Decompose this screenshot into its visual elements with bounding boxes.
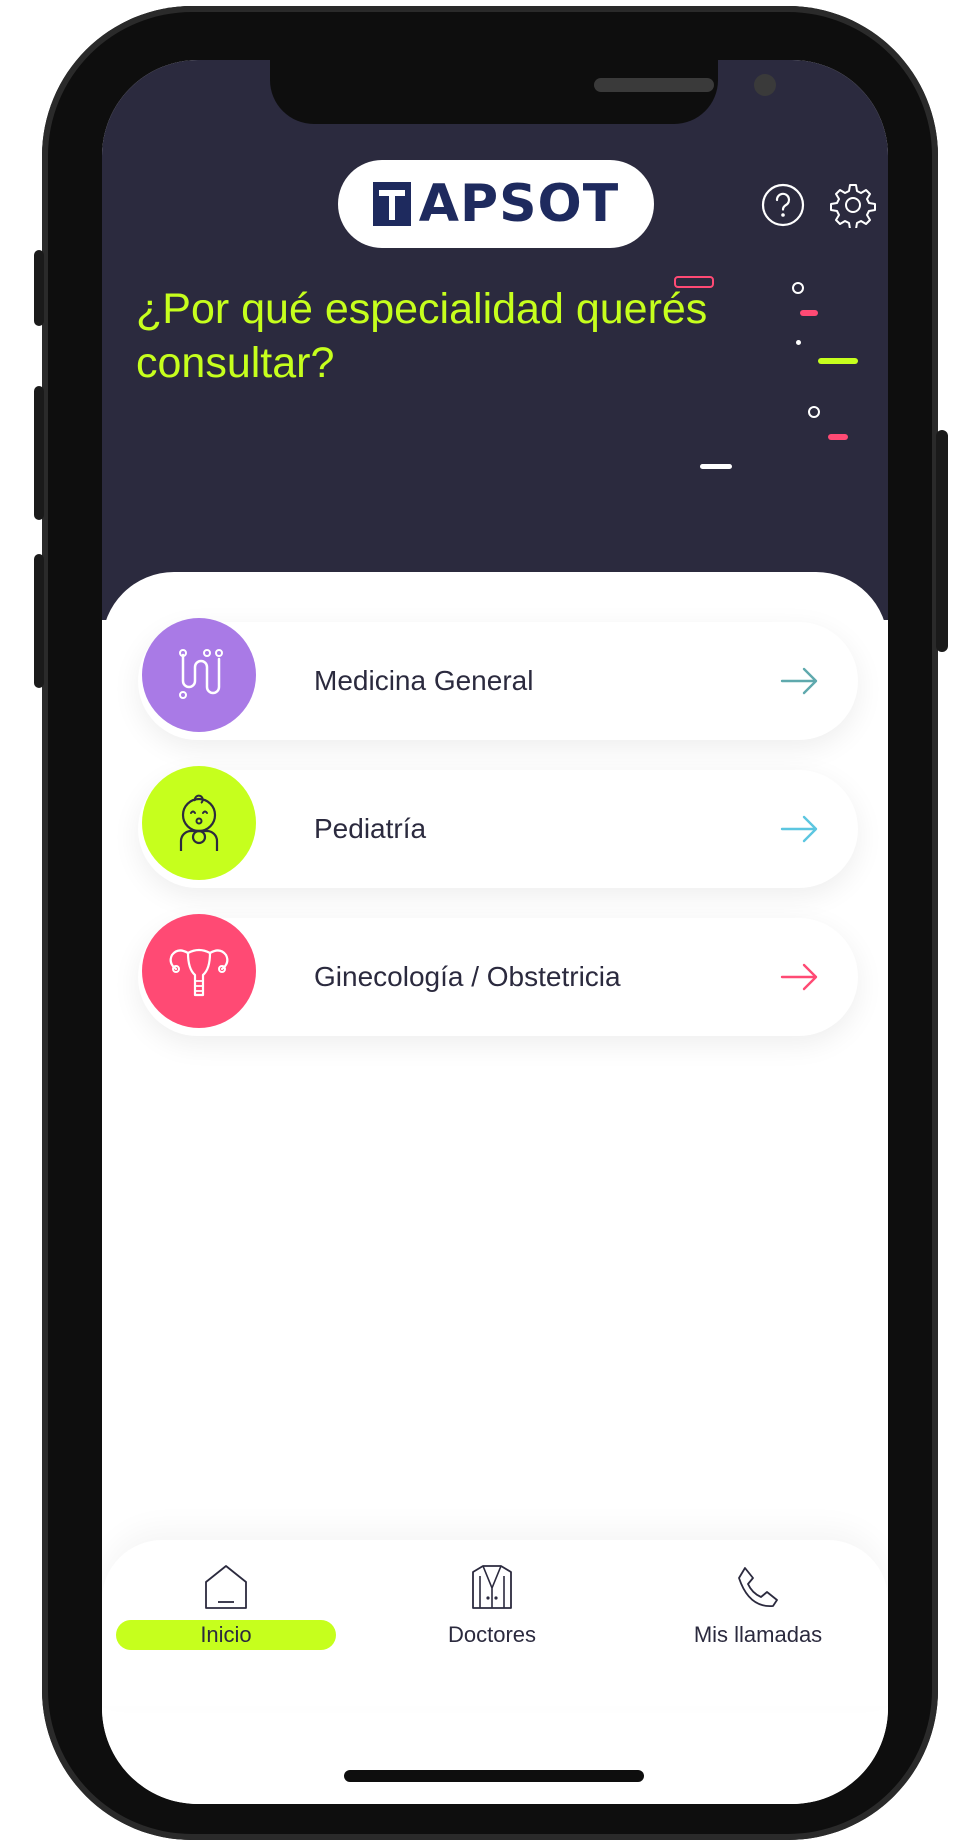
nav-label: Mis llamadas <box>693 1622 823 1647</box>
decoration <box>818 358 858 364</box>
logo-mark-icon <box>372 182 411 226</box>
bottom-nav: Inicio Doctores Mis llamadas <box>102 1540 888 1706</box>
nav-item-mis-llamadas[interactable]: Mis llamadas <box>638 1562 878 1650</box>
phone-screen: APSOT ¿Por qué especialidad querés consu… <box>102 60 888 1804</box>
page-title: ¿Por qué especialidad querés consultar? <box>136 285 708 387</box>
baby-icon <box>142 766 256 880</box>
specialty-label: Pediatría <box>314 813 427 844</box>
decoration <box>700 464 732 469</box>
side-button <box>34 386 44 520</box>
doctor-coat-icon <box>472 1565 512 1609</box>
header-section: APSOT ¿Por qué especialidad querés consu… <box>102 60 888 620</box>
logo-text: APSOT <box>418 174 620 234</box>
decoration <box>808 406 820 418</box>
notch <box>270 60 776 124</box>
phone-icon <box>738 1567 778 1607</box>
nav-label: Inicio <box>116 1620 336 1650</box>
decoration <box>792 282 804 294</box>
side-button <box>34 250 44 326</box>
camera <box>754 74 776 96</box>
nav-item-inicio[interactable]: Inicio <box>106 1562 346 1650</box>
side-button <box>34 554 44 688</box>
stethoscope-icon <box>142 618 256 732</box>
arrow-right-icon <box>780 963 818 991</box>
nav-label: Doctores <box>447 1622 537 1647</box>
specialty-label: Medicina General <box>314 665 534 696</box>
nav-item-doctores[interactable]: Doctores <box>372 1562 612 1650</box>
home-indicator <box>344 1770 644 1782</box>
arrow-right-icon <box>780 667 818 695</box>
decoration <box>828 434 848 440</box>
app-logo: APSOT <box>338 160 654 248</box>
decoration <box>674 276 714 288</box>
home-icon <box>205 1565 247 1609</box>
speaker <box>594 78 714 92</box>
decoration <box>796 340 801 345</box>
specialty-card-pediatria[interactable]: Pediatría <box>138 766 858 888</box>
decoration <box>800 310 818 316</box>
gear-icon[interactable] <box>830 182 876 228</box>
uterus-icon <box>142 914 256 1028</box>
specialty-card-ginecologia[interactable]: Ginecología / Obstetricia <box>138 914 858 1036</box>
help-circle-icon[interactable] <box>760 182 806 228</box>
specialty-label: Ginecología / Obstetricia <box>314 961 621 992</box>
arrow-right-icon <box>780 815 818 843</box>
side-button <box>936 430 948 652</box>
specialty-card-medicina-general[interactable]: Medicina General <box>138 618 858 740</box>
